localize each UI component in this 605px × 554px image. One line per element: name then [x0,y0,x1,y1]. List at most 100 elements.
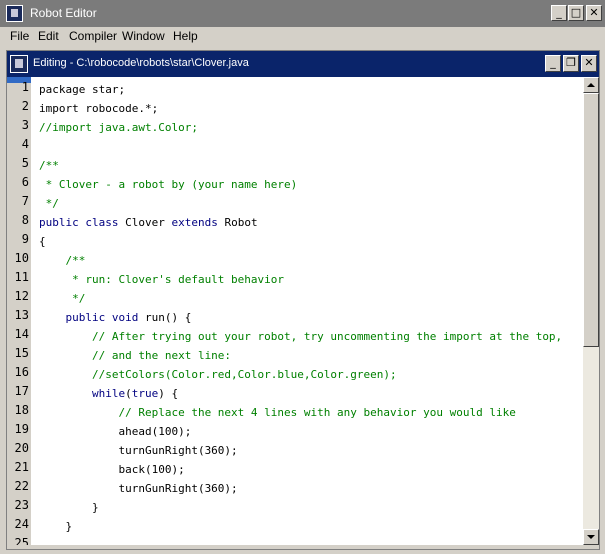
code-line: //setColors(Color.red,Color.blue,Color.g… [39,365,397,384]
menu-edit[interactable]: Edit [38,29,59,43]
code-token: public class [39,216,119,229]
line-number: 19 [14,422,29,436]
code-token: // Replace the next 4 lines with any beh… [39,406,516,419]
editor-title-bar[interactable]: Editing - C:\robocode\robots\star\Clover… [7,51,599,77]
code-line: turnGunRight(360); [39,479,238,498]
line-number: 11 [14,270,29,284]
scroll-up-button[interactable] [583,77,599,93]
vertical-scrollbar[interactable] [583,77,599,545]
code-token: ahead(100); [39,425,192,438]
robot-icon[interactable] [10,55,28,73]
code-token: extends [171,216,218,229]
code-token: back(100); [39,463,185,476]
code-line: } [39,498,99,517]
code-token: { [39,235,46,248]
code-token: ( [125,387,132,400]
editor-close-button[interactable]: ✕ [581,55,597,72]
line-number: 23 [14,498,29,512]
line-number: 18 [14,403,29,417]
editor-title: Editing - C:\robocode\robots\star\Clover… [33,57,249,69]
line-number: 6 [21,175,29,189]
line-number: 8 [21,213,29,227]
line-number: 3 [21,118,29,132]
code-token: /** [39,159,59,172]
code-token: true [131,387,159,400]
code-token: */ [39,292,86,305]
arrow-down-icon [587,535,595,539]
code-token: while [39,387,126,400]
code-token: //setColors(Color.red,Color.blue,Color.g… [39,368,397,381]
minimize-button[interactable]: _ [551,5,567,21]
line-number-gutter: 1 2 3 4 5 6 7 8 9 10 11 12 13 14 15 16 17 18 19 20 21 22 23 24 2… [7,77,31,545]
code-line: } [39,517,72,536]
code-line: // and the next line: [39,346,231,365]
line-number: 22 [14,479,29,493]
code-line: package star; [39,80,125,99]
app-title: Robot Editor [30,6,97,20]
code-line: // Replace the next 4 lines with any beh… [39,403,516,422]
code-line: /** [39,156,59,175]
menu-file[interactable]: File [10,29,29,43]
code-line: public void run() { [39,308,191,327]
code-line: ahead(100); [39,422,191,441]
line-number: 7 [21,194,29,208]
code-token: import robocode.*; [39,102,159,115]
code-line: */ [39,194,59,213]
close-button[interactable]: ✕ [586,5,602,21]
menu-help[interactable]: Help [173,29,198,43]
code-token: * run: Clover's default behavior [39,273,285,286]
code-line: // After trying out your robot, try unco… [39,327,562,346]
line-number: 14 [14,327,29,341]
code-token: // and the next line: [39,349,232,362]
editor-restore-button[interactable]: ❐ [563,55,579,72]
menu-bar: File Edit Compiler Window Help [0,27,605,46]
code-line: turnGunRight(360); [39,441,238,460]
line-number: 9 [21,232,29,246]
code-token: //import java.awt.Color; [39,121,198,134]
scroll-thumb[interactable] [583,93,599,347]
code-token: } [39,520,73,533]
code-token: // After trying out your robot, try unco… [39,330,563,343]
line-number: 4 [21,137,29,151]
line-number: 1 [21,80,29,94]
code-token: run() { [138,311,192,324]
arrow-up-icon [587,83,595,87]
code-line: public class Clover extends Robot [39,213,258,232]
code-token: Robot [217,216,258,229]
editor-minimize-button[interactable]: _ [545,55,561,72]
line-number: 16 [14,365,29,379]
line-number: 21 [14,460,29,474]
line-number: 10 [14,251,29,265]
code-line: * run: Clover's default behavior [39,270,284,289]
line-number: 15 [14,346,29,360]
code-line: //import java.awt.Color; [39,118,198,137]
line-number: 13 [14,308,29,322]
scroll-down-button[interactable] [583,529,599,545]
robot-icon [6,5,23,22]
code-editor[interactable]: package star; import robocode.*; //import … [31,77,583,545]
menu-compiler[interactable]: Compiler [69,29,117,43]
code-line: { [39,232,46,251]
line-number: 25 [14,536,29,545]
app-title-bar[interactable]: Robot Editor _ □ ✕ [0,0,605,27]
code-token: turnGunRight(360); [39,444,238,457]
menu-window[interactable]: Window [122,29,165,43]
code-token: turnGunRight(360); [39,482,238,495]
code-line: while(true) { [39,384,178,403]
line-number: 20 [14,441,29,455]
maximize-button[interactable]: □ [568,5,584,21]
code-line: */ [39,289,85,308]
code-line: /** [39,251,85,270]
code-token: } [39,501,99,514]
code-token: ) { [158,387,179,400]
code-line: import robocode.*; [39,99,158,118]
code-token: public void [39,311,139,324]
editor-window: Editing - C:\robocode\robots\star\Clover… [6,50,600,550]
code-token: /** [39,254,86,267]
line-number: 12 [14,289,29,303]
code-line: * Clover - a robot by (your name here) [39,175,298,194]
line-number: 24 [14,517,29,531]
code-token: Clover [118,216,172,229]
line-number: 17 [14,384,29,398]
code-line: back(100); [39,460,185,479]
